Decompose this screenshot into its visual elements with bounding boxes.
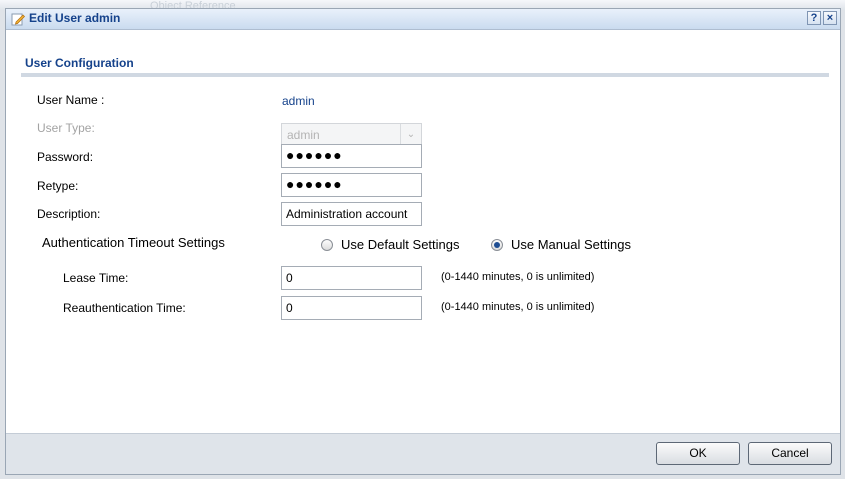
dialog-footer: OK Cancel [6,433,840,474]
dialog-title: Edit User admin [29,11,121,25]
user-type-value: admin [287,128,320,142]
lease-time-label: Lease Time: [63,271,129,285]
auth-timeout-label: Authentication Timeout Settings [42,235,225,250]
description-field[interactable]: Administration account [281,202,422,226]
close-button[interactable]: × [823,11,837,25]
description-label: Description: [37,207,101,221]
password-label: Password: [37,150,94,164]
use-default-settings-radio[interactable] [321,239,333,251]
use-manual-settings-label[interactable]: Use Manual Settings [511,237,631,252]
lease-time-hint: (0-1440 minutes, 0 is unlimited) [441,271,595,283]
retype-password-field[interactable]: ●●●●●● [281,173,422,197]
cancel-button[interactable]: Cancel [748,442,832,465]
edit-pencil-icon [11,13,25,26]
password-field[interactable]: ●●●●●● [281,144,422,168]
section-divider [21,73,829,77]
user-name-label: User Name : [37,93,105,107]
user-type-label: User Type: [37,121,95,135]
reauth-time-label: Reauthentication Time: [63,301,186,315]
user-name-value: admin [282,94,315,108]
reauth-time-hint: (0-1440 minutes, 0 is unlimited) [441,301,595,313]
help-button[interactable]: ? [807,11,821,25]
use-manual-settings-radio[interactable] [491,239,503,251]
section-title: User Configuration [25,56,134,70]
use-default-settings-label[interactable]: Use Default Settings [341,237,460,252]
edit-user-dialog: Edit User admin ? × User Configuration U… [5,8,841,475]
lease-time-field[interactable]: 0 [281,266,422,290]
retype-label: Retype: [37,179,79,193]
dialog-titlebar[interactable]: Edit User admin ? × [6,9,840,30]
chevron-down-icon: ⌄ [400,124,421,146]
ok-button[interactable]: OK [656,442,740,465]
reauth-time-field[interactable]: 0 [281,296,422,320]
